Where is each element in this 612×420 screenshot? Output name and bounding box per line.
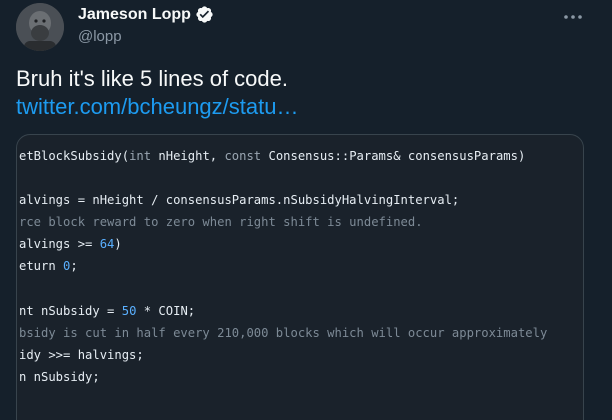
code-line: eturn 0; <box>19 255 547 277</box>
code-block: etBlockSubsidy(int nHeight, const Consen… <box>19 145 547 388</box>
avatar[interactable] <box>16 3 64 51</box>
code-token: * COIN; <box>136 303 196 318</box>
code-image[interactable]: etBlockSubsidy(int nHeight, const Consen… <box>16 134 584 420</box>
code-token: eturn <box>19 259 64 274</box>
code-token: ) <box>114 237 122 252</box>
code-token: int <box>129 149 152 163</box>
code-token: alvings = nHeight / consensusParams.nSub… <box>19 193 460 208</box>
code-token: const <box>224 149 262 163</box>
tweet-text: Bruh it's like 5 lines of code. <box>16 66 289 91</box>
code-line: alvings >= 64) <box>19 233 547 255</box>
code-token: Consensus::Params& consensusParams) <box>261 149 526 163</box>
code-token: nHeight, <box>151 149 225 163</box>
code-token: nt nSubsidy = <box>19 303 122 318</box>
code-token: etBlockSubsidy( <box>19 149 130 163</box>
code-token: 50 <box>121 303 137 318</box>
author-name[interactable]: Jameson Lopp <box>78 5 214 24</box>
author-handle[interactable]: @lopp <box>78 28 122 45</box>
more-options-icon[interactable] <box>560 4 586 30</box>
code-line: nt nSubsidy = 50 * COIN; <box>19 300 547 322</box>
code-token: 64 <box>99 237 115 252</box>
code-line: alvings = nHeight / consensusParams.nSub… <box>19 189 547 211</box>
tweet-link[interactable]: twitter.com/bcheungz/statu… <box>16 94 298 120</box>
code-token: idy >>= halvings; <box>19 347 144 362</box>
code-line: idy >>= halvings; <box>19 344 547 366</box>
code-line: rce block reward to zero when right shif… <box>19 211 547 233</box>
verified-badge-icon <box>195 5 214 24</box>
code-line: etBlockSubsidy(int nHeight, const Consen… <box>19 145 547 167</box>
code-line: bsidy is cut in half every 210,000 block… <box>19 322 547 344</box>
code-token: ; <box>70 259 78 274</box>
tweet: Jameson Lopp @lopp Bruh it's like 5 line… <box>0 0 612 420</box>
author-name-text: Jameson Lopp <box>78 5 191 23</box>
code-token: n nSubsidy; <box>19 369 100 384</box>
code-token: alvings >= <box>19 237 100 252</box>
code-line: n nSubsidy; <box>19 366 547 388</box>
code-token: bsidy is cut in half every 210,000 block… <box>19 325 548 340</box>
code-token: rce block reward to zero when right shif… <box>19 215 423 230</box>
